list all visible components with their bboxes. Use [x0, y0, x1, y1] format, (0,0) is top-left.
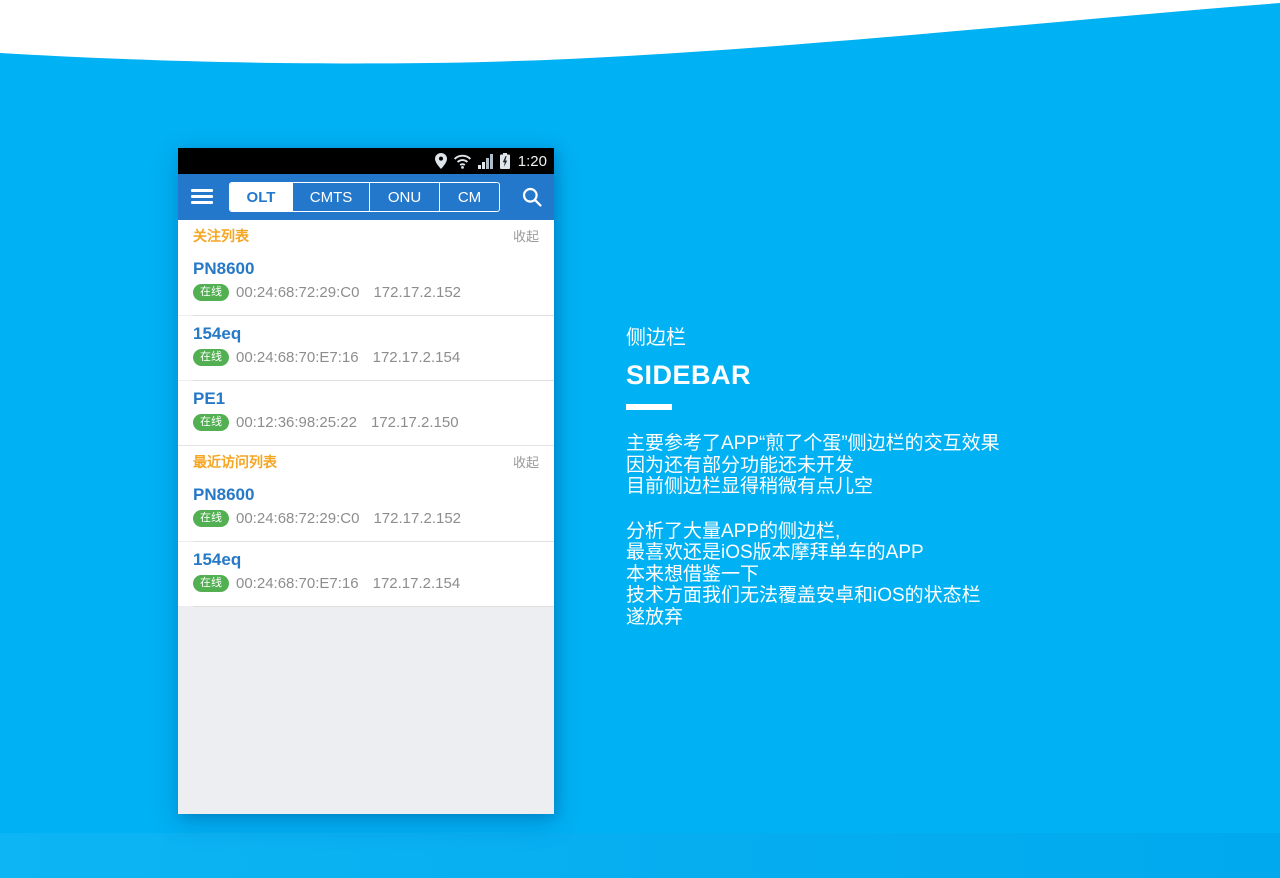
device-mac: 00:24:68:70:E7:16	[236, 349, 359, 366]
annotation-paragraph-2: 分析了大量APP的侧边栏, 最喜欢还是iOS版本摩拜单车的APP 本来想借鉴一下…	[626, 521, 1000, 629]
device-ip: 172.17.2.152	[373, 284, 462, 301]
android-status-bar: 1:20	[178, 148, 554, 174]
search-icon[interactable]	[521, 186, 543, 208]
status-time: 1:20	[517, 152, 547, 170]
phone-mockup: 1:20 OLT CMTS ONU CM 关注列表 收起 PN8600 在线 0…	[178, 148, 554, 814]
annotation-line: 分析了大量APP的侧边栏,	[626, 520, 841, 542]
app-toolbar: OLT CMTS ONU CM	[178, 174, 554, 220]
status-badge: 在线	[193, 284, 229, 301]
tab-onu[interactable]: ONU	[370, 183, 440, 211]
title-underline	[626, 404, 672, 410]
status-badge: 在线	[193, 414, 229, 431]
section-header-watchlist: 关注列表 收起	[178, 220, 554, 251]
section-title: 关注列表	[193, 227, 249, 244]
annotation-line: 最喜欢还是iOS版本摩拜单车的APP	[626, 542, 924, 563]
device-row[interactable]: PN8600 在线 00:24:68:72:29:C0 172.17.2.152	[178, 251, 554, 315]
collapse-button[interactable]: 收起	[513, 226, 539, 245]
location-icon	[434, 153, 447, 169]
device-mac: 00:12:36:98:25:22	[236, 414, 357, 431]
bottom-wave-band	[0, 833, 1280, 878]
device-mac: 00:24:68:72:29:C0	[236, 510, 360, 527]
status-badge: 在线	[193, 575, 229, 592]
status-badge: 在线	[193, 349, 229, 366]
device-list: 关注列表 收起 PN8600 在线 00:24:68:72:29:C0 172.…	[178, 220, 554, 814]
device-ip: 172.17.2.154	[372, 575, 461, 592]
annotation-line: 主要参考了APP“煎了个蛋”侧边栏的交互效果	[626, 433, 1000, 454]
list-empty-area	[178, 607, 554, 814]
device-name: 154eq	[193, 550, 242, 569]
annotation-line: 本来想借鉴一下	[626, 563, 760, 585]
annotation-line: 目前侧边栏显得稍微有点儿空	[626, 476, 874, 497]
device-mac: 00:24:68:70:E7:16	[236, 575, 359, 592]
annotation-line: 因为还有部分功能还未开发	[626, 454, 855, 476]
device-name: PN8600	[193, 485, 255, 504]
annotation-title: SIDEBAR	[626, 360, 752, 390]
signal-icon	[477, 153, 493, 169]
tab-olt[interactable]: OLT	[230, 183, 293, 211]
device-type-tabs: OLT CMTS ONU CM	[229, 182, 500, 212]
annotation-line: 遂放弃	[626, 606, 684, 628]
wifi-icon	[453, 154, 471, 169]
device-mac: 00:24:68:72:29:C0	[236, 284, 360, 301]
annotation-line: 技术方面我们无法覆盖安卓和iOS的状态栏	[626, 585, 981, 606]
device-row[interactable]: PN8600 在线 00:24:68:72:29:C0 172.17.2.152	[178, 477, 554, 541]
device-name: PE1	[193, 389, 226, 408]
menu-icon[interactable]	[191, 189, 213, 205]
design-annotation: 侧边栏 SIDEBAR 主要参考了APP“煎了个蛋”侧边栏的交互效果 因为还有部…	[626, 321, 1000, 628]
annotation-subtitle: 侧边栏	[626, 327, 686, 349]
device-ip: 172.17.2.154	[372, 349, 461, 366]
device-row[interactable]: 154eq 在线 00:24:68:70:E7:16 172.17.2.154	[178, 316, 554, 380]
top-white-wave	[0, 0, 1280, 64]
collapse-button[interactable]: 收起	[513, 452, 539, 471]
tab-cmts[interactable]: CMTS	[293, 183, 370, 211]
annotation-paragraph-1: 主要参考了APP“煎了个蛋”侧边栏的交互效果 因为还有部分功能还未开发 目前侧边…	[626, 433, 1000, 498]
section-header-recent: 最近访问列表 收起	[178, 446, 554, 477]
status-badge: 在线	[193, 510, 229, 527]
device-name: PN8600	[193, 259, 255, 278]
device-row[interactable]: PE1 在线 00:12:36:98:25:22 172.17.2.150	[178, 381, 554, 445]
tab-cm[interactable]: CM	[440, 183, 499, 211]
device-name: 154eq	[193, 324, 242, 343]
device-ip: 172.17.2.152	[373, 510, 462, 527]
device-row[interactable]: 154eq 在线 00:24:68:70:E7:16 172.17.2.154	[178, 542, 554, 606]
device-ip: 172.17.2.150	[370, 414, 459, 431]
battery-charging-icon	[499, 153, 510, 169]
section-title: 最近访问列表	[193, 453, 277, 470]
